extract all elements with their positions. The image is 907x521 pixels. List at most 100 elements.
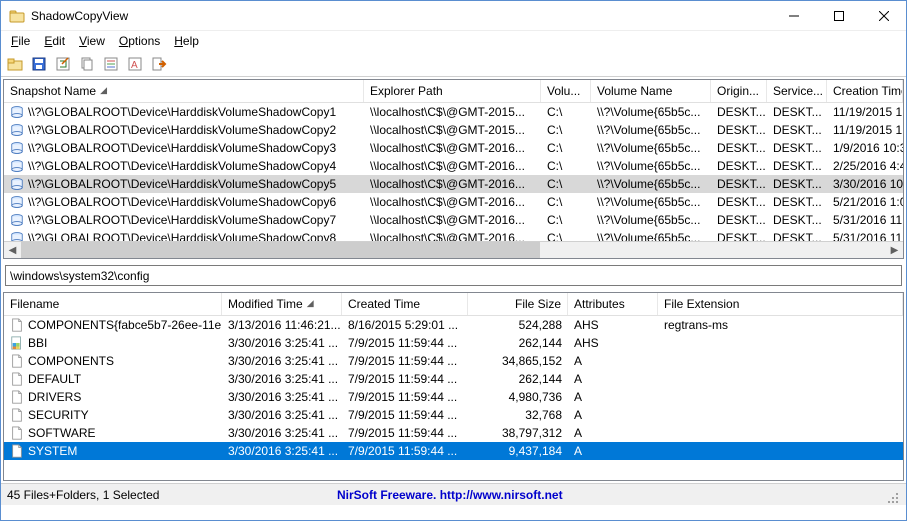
open-folder-icon[interactable] xyxy=(5,54,25,74)
menu-options[interactable]: Options xyxy=(113,33,166,49)
col-filename[interactable]: Filename xyxy=(4,293,222,315)
file-list[interactable]: Filename Modified Time◢ Created Time Fil… xyxy=(3,292,904,481)
volume-name: \\?\Volume{65b5c... xyxy=(591,213,711,227)
explorer-path: \\localhost\C$\@GMT-2016... xyxy=(364,231,541,241)
snapshot-name: \\?\GLOBALROOT\Device\HarddiskVolumeShad… xyxy=(28,231,336,241)
scroll-right-icon[interactable]: ▶ xyxy=(886,242,903,259)
status-credit: NirSoft Freeware. http://www.nirsoft.net xyxy=(337,488,884,502)
modified-time: 3/30/2016 3:25:41 ... xyxy=(222,372,342,386)
volume-name: \\?\Volume{65b5c... xyxy=(591,231,711,241)
snapshot-row[interactable]: \\?\GLOBALROOT\Device\HarddiskVolumeShad… xyxy=(4,193,903,211)
creation-time: 3/30/2016 10:56 xyxy=(827,177,903,191)
toolbar: A xyxy=(1,51,906,77)
file-row[interactable]: SYSTEM3/30/2016 3:25:41 ...7/9/2015 11:5… xyxy=(4,442,903,460)
snapshot-name: \\?\GLOBALROOT\Device\HarddiskVolumeShad… xyxy=(28,177,336,191)
col-service[interactable]: Service... xyxy=(767,80,827,102)
originating: DESKT... xyxy=(711,195,767,209)
col-volume-name[interactable]: Volume Name xyxy=(591,80,711,102)
properties-icon[interactable] xyxy=(101,54,121,74)
file-row[interactable]: DRIVERS3/30/2016 3:25:41 ...7/9/2015 11:… xyxy=(4,388,903,406)
volume-path: C:\ xyxy=(541,231,591,241)
creation-time: 11/19/2015 1:41 xyxy=(827,105,903,119)
file-row[interactable]: COMPONENTS3/30/2016 3:25:41 ...7/9/2015 … xyxy=(4,352,903,370)
file-name: COMPONENTS xyxy=(28,354,114,368)
save-icon[interactable] xyxy=(29,54,49,74)
file-name: SECURITY xyxy=(28,408,89,422)
volume-name: \\?\Volume{65b5c... xyxy=(591,195,711,209)
file-row[interactable]: COMPONENTS{fabce5b7-26ee-11e...3/13/2016… xyxy=(4,316,903,334)
col-explorer-path[interactable]: Explorer Path xyxy=(364,80,541,102)
file-ext: regtrans-ms xyxy=(658,318,903,332)
col-snapshot-name[interactable]: Snapshot Name◢ xyxy=(4,80,364,102)
file-name: SYSTEM xyxy=(28,444,77,458)
created-time: 7/9/2015 11:59:44 ... xyxy=(342,354,468,368)
file-icon xyxy=(10,426,24,440)
file-name: COMPONENTS{fabce5b7-26ee-11e... xyxy=(28,318,222,332)
snapshot-hscroll[interactable]: ◀ ▶ xyxy=(4,241,903,258)
copy-icon[interactable] xyxy=(77,54,97,74)
snapshot-row[interactable]: \\?\GLOBALROOT\Device\HarddiskVolumeShad… xyxy=(4,175,903,193)
refresh-icon[interactable]: A xyxy=(125,54,145,74)
volume-path: C:\ xyxy=(541,105,591,119)
originating: DESKT... xyxy=(711,177,767,191)
snapshot-list[interactable]: Snapshot Name◢ Explorer Path Volu... Vol… xyxy=(3,79,904,259)
attributes: A xyxy=(568,408,658,422)
creation-time: 11/19/2015 1:41 xyxy=(827,123,903,137)
volume-name: \\?\Volume{65b5c... xyxy=(591,159,711,173)
col-file-size[interactable]: File Size xyxy=(468,293,568,315)
col-creation-time[interactable]: Creation Time xyxy=(827,80,903,102)
menu-edit[interactable]: Edit xyxy=(38,33,71,49)
explorer-path: \\localhost\C$\@GMT-2015... xyxy=(364,123,541,137)
attributes: A xyxy=(568,390,658,404)
file-row[interactable]: DEFAULT3/30/2016 3:25:41 ...7/9/2015 11:… xyxy=(4,370,903,388)
col-originating[interactable]: Origin... xyxy=(711,80,767,102)
explorer-icon[interactable] xyxy=(53,54,73,74)
attributes: A xyxy=(568,372,658,386)
snapshot-name: \\?\GLOBALROOT\Device\HarddiskVolumeShad… xyxy=(28,213,336,227)
status-credit-link[interactable]: http://www.nirsoft.net xyxy=(440,488,563,502)
col-file-extension[interactable]: File Extension xyxy=(658,293,903,315)
modified-time: 3/30/2016 3:25:41 ... xyxy=(222,444,342,458)
file-row[interactable]: SECURITY3/30/2016 3:25:41 ...7/9/2015 11… xyxy=(4,406,903,424)
file-icon xyxy=(10,318,24,332)
minimize-button[interactable] xyxy=(771,1,816,30)
volume-path: C:\ xyxy=(541,177,591,191)
creation-time: 5/31/2016 11:49 xyxy=(827,231,903,241)
volume-path: C:\ xyxy=(541,195,591,209)
exit-icon[interactable] xyxy=(149,54,169,74)
snapshot-row[interactable]: \\?\GLOBALROOT\Device\HarddiskVolumeShad… xyxy=(4,157,903,175)
file-size: 4,980,736 xyxy=(468,390,568,404)
file-size: 524,288 xyxy=(468,318,568,332)
file-row[interactable]: SOFTWARE3/30/2016 3:25:41 ...7/9/2015 11… xyxy=(4,424,903,442)
volume-name: \\?\Volume{65b5c... xyxy=(591,123,711,137)
menu-file[interactable]: File xyxy=(5,33,36,49)
col-attributes[interactable]: Attributes xyxy=(568,293,658,315)
originating: DESKT... xyxy=(711,213,767,227)
attributes: A xyxy=(568,444,658,458)
attributes: A xyxy=(568,426,658,440)
menu-view[interactable]: View xyxy=(73,33,111,49)
close-button[interactable] xyxy=(861,1,906,30)
col-created-time[interactable]: Created Time xyxy=(342,293,468,315)
scroll-left-icon[interactable]: ◀ xyxy=(4,242,21,259)
originating: DESKT... xyxy=(711,141,767,155)
menu-help[interactable]: Help xyxy=(168,33,205,49)
file-icon xyxy=(10,444,24,458)
col-volume-path[interactable]: Volu... xyxy=(541,80,591,102)
created-time: 8/16/2015 5:29:01 ... xyxy=(342,318,468,332)
created-time: 7/9/2015 11:59:44 ... xyxy=(342,390,468,404)
file-row[interactable]: BBI3/30/2016 3:25:41 ...7/9/2015 11:59:4… xyxy=(4,334,903,352)
snapshot-row[interactable]: \\?\GLOBALROOT\Device\HarddiskVolumeShad… xyxy=(4,139,903,157)
service: DESKT... xyxy=(767,195,827,209)
originating: DESKT... xyxy=(711,123,767,137)
scroll-thumb[interactable] xyxy=(21,242,540,259)
snapshot-row[interactable]: \\?\GLOBALROOT\Device\HarddiskVolumeShad… xyxy=(4,121,903,139)
snapshot-row[interactable]: \\?\GLOBALROOT\Device\HarddiskVolumeShad… xyxy=(4,229,903,241)
maximize-button[interactable] xyxy=(816,1,861,30)
snapshot-row[interactable]: \\?\GLOBALROOT\Device\HarddiskVolumeShad… xyxy=(4,211,903,229)
resize-grip-icon[interactable] xyxy=(884,489,900,505)
path-input[interactable] xyxy=(5,265,902,286)
service: DESKT... xyxy=(767,159,827,173)
snapshot-row[interactable]: \\?\GLOBALROOT\Device\HarddiskVolumeShad… xyxy=(4,103,903,121)
col-modified-time[interactable]: Modified Time◢ xyxy=(222,293,342,315)
